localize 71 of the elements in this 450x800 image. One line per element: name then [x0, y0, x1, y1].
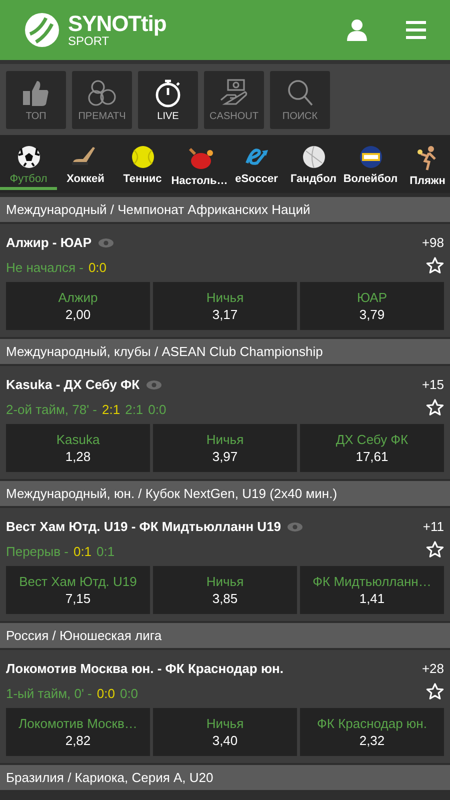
- league-header[interactable]: Бразилия / Кариока, Серия А, U20: [0, 765, 450, 790]
- match-score: 0:0: [88, 258, 107, 276]
- period-score: 0:1: [96, 542, 115, 560]
- user-icon[interactable]: [346, 19, 368, 41]
- sport-tab[interactable]: Гандбол: [285, 135, 342, 193]
- money-hand-icon: [219, 78, 249, 108]
- sport-tab[interactable]: eSoccer: [228, 135, 285, 193]
- sport-tab[interactable]: Пляжн: [399, 135, 450, 193]
- league-header[interactable]: Международный / Чемпионат Африканских Наций: [0, 197, 450, 222]
- period-score: 0:0: [148, 400, 166, 418]
- match-score: 0:1: [73, 542, 92, 560]
- period-score: 0:0: [120, 684, 138, 702]
- more-markets-count[interactable]: +28: [422, 659, 444, 678]
- match-score: 0:0: [96, 684, 115, 702]
- player-icon: [416, 145, 438, 171]
- volleyball-icon: [358, 145, 382, 169]
- sport-tab[interactable]: Теннис: [114, 135, 171, 193]
- odds-button[interactable]: ДХ Себу ФК 17,61: [300, 424, 444, 472]
- eye-icon[interactable]: [287, 522, 304, 532]
- odds-button[interactable]: Вест Хам Ютд. U19 7,15: [6, 566, 150, 614]
- logo-icon: [24, 12, 60, 48]
- logo-text: SYNOTtip: [68, 13, 166, 35]
- odds-button[interactable]: ЮАР 3,79: [300, 282, 444, 330]
- tennis-ball-icon: [130, 145, 154, 169]
- odds-button[interactable]: Ничья 3,40: [153, 708, 297, 756]
- odds-button[interactable]: Kasuka 1,28: [6, 424, 150, 472]
- stopwatch-icon: [153, 78, 183, 108]
- match-title[interactable]: Алжир - ЮАР: [6, 233, 92, 252]
- nav-tab[interactable]: ПРЕМАТЧ: [72, 70, 132, 128]
- nav-tab[interactable]: ТОП: [6, 70, 66, 128]
- more-markets-count[interactable]: +15: [422, 375, 444, 394]
- soccer-ball-icon: [16, 145, 40, 169]
- star-icon[interactable]: [426, 398, 444, 416]
- menu-icon[interactable]: [406, 21, 426, 39]
- eye-icon[interactable]: [146, 380, 162, 390]
- match-title[interactable]: Локомотив Москва юн. - ФК Краснодар юн.: [6, 659, 284, 678]
- nav-tab[interactable]: ПОИСК: [270, 70, 330, 128]
- match-status: Перерыв -: [6, 542, 68, 561]
- logo-subtext: SPORT: [68, 35, 110, 47]
- sport-tab[interactable]: Волейбол: [342, 135, 399, 193]
- odds-button[interactable]: Ничья 3,97: [153, 424, 297, 472]
- odds-button[interactable]: ФК Краснодар юн. 2,32: [300, 708, 444, 756]
- star-icon[interactable]: [426, 540, 444, 558]
- eye-icon[interactable]: [98, 238, 114, 248]
- nav-tab[interactable]: LIVE: [138, 70, 198, 128]
- league-header[interactable]: Россия / Юношеская лига: [0, 623, 450, 648]
- sport-tab[interactable]: Футбол: [0, 135, 57, 193]
- nav-tab[interactable]: CASHOUT: [204, 70, 264, 128]
- match-status: 2-ой тайм, 78' -: [6, 400, 98, 418]
- odds-button[interactable]: ФК Мидтьюлланн… 1,41: [300, 566, 444, 614]
- more-markets-count[interactable]: +98: [422, 233, 444, 252]
- handball-icon: [302, 145, 326, 169]
- match-title[interactable]: Вест Хам Ютд. U19 - ФК Мидтьюлланн U19: [6, 517, 282, 536]
- league-header[interactable]: Международный, юн. / Кубок NextGen, U19 (2x40 мин.): [0, 481, 450, 506]
- league-header[interactable]: Международный, клубы / ASEAN Club Championship: [0, 339, 450, 364]
- search-icon: [285, 78, 315, 108]
- match-title[interactable]: Kasuka - ДХ Себу ФК: [6, 375, 140, 394]
- star-icon[interactable]: [426, 256, 444, 274]
- odds-button[interactable]: Локомотив Москв… 2,82: [6, 708, 150, 756]
- more-markets-count[interactable]: +11: [422, 517, 444, 536]
- odds-button[interactable]: Алжир 2,00: [6, 282, 150, 330]
- star-icon[interactable]: [426, 682, 444, 700]
- odds-button[interactable]: Ничья 3,85: [153, 566, 297, 614]
- odds-button[interactable]: Ничья 3,17: [153, 282, 297, 330]
- match-status: 1-ый тайм, 0' -: [6, 684, 92, 702]
- balls-icon: [87, 78, 117, 108]
- match-status: Не начался -: [6, 258, 84, 276]
- sport-tab[interactable]: Настоль…: [171, 135, 228, 193]
- sport-tab[interactable]: Хоккей: [57, 135, 114, 193]
- match-score: 2:1: [102, 400, 120, 418]
- period-score: 2:1: [125, 400, 144, 418]
